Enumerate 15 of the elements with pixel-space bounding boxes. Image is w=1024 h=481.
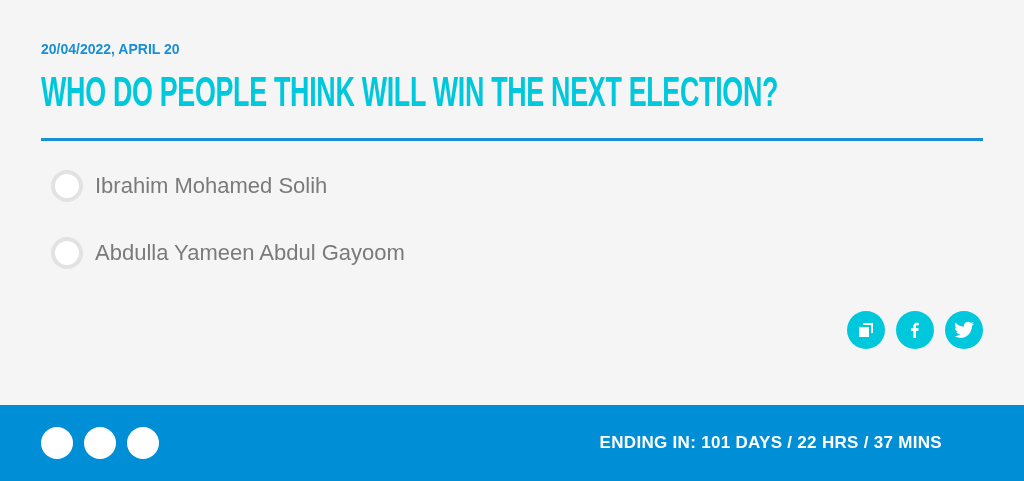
bird-icon [954,321,974,339]
radio-button[interactable] [51,170,83,202]
countdown-text: ENDING IN: 101 DAYS / 22 HRS / 37 MINS [599,433,942,453]
copy-icon [857,321,875,339]
share-button[interactable] [847,311,885,349]
radio-button[interactable] [51,237,83,269]
round-button[interactable] [127,427,159,459]
round-button[interactable] [41,427,73,459]
option-label[interactable]: Abdulla Yameen Abdul Gayoom [95,240,405,266]
poll-date: 20/04/2022, APRIL 20 [41,40,181,59]
poll-question: WHO DO PEOPLE THINK WILL WIN THE NEXT ELECTION? [41,68,779,116]
share-button[interactable] [896,311,934,349]
share-button[interactable] [945,311,983,349]
option-label[interactable]: Ibrahim Mohamed Solih [95,173,328,199]
round-button[interactable] [84,427,116,459]
